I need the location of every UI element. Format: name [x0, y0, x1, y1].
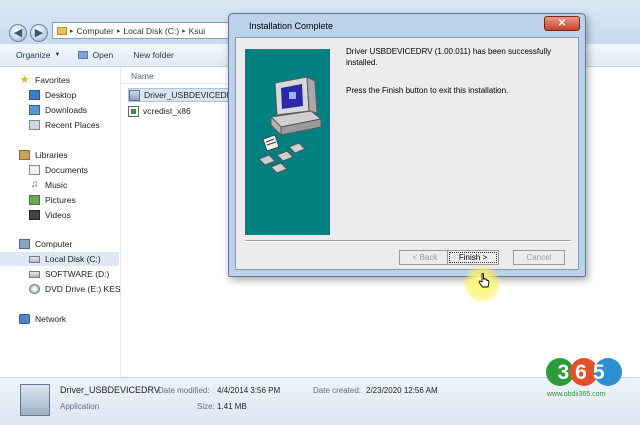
- details-created-value: 2/23/2020 12:56 AM: [366, 386, 438, 395]
- documents-icon: [29, 165, 40, 175]
- music-icon: ♫: [30, 179, 39, 190]
- chevron-down-icon: ▼: [54, 52, 61, 58]
- dialog-body: Driver USBDEVICEDRV (1.00.011) has been …: [235, 37, 579, 303]
- cursor-icon: [478, 273, 490, 288]
- finish-button[interactable]: Finish >: [447, 250, 499, 265]
- downloads-icon: [29, 105, 40, 115]
- svg-text:365: 365: [557, 361, 610, 384]
- breadcrumb-computer[interactable]: Computer: [77, 26, 114, 36]
- address-bar[interactable]: ▸ Computer ▸ Local Disk (C:) ▸ Ksui: [52, 22, 232, 39]
- nav-downloads[interactable]: Downloads: [29, 103, 87, 117]
- dialog-instruction: Press the Finish button to exit this ins…: [346, 86, 509, 95]
- nav-computer[interactable]: Computer: [19, 237, 72, 251]
- details-pane: Driver_USBDEVICEDRV Application Date mod…: [0, 377, 640, 425]
- breadcrumb-local-disk[interactable]: Local Disk (C:): [123, 26, 179, 36]
- back-button[interactable]: < Back: [399, 250, 451, 265]
- recent-places-icon: [29, 120, 40, 130]
- installer-icon: [20, 384, 50, 416]
- nav-videos[interactable]: Videos: [29, 208, 71, 222]
- details-modified-value: 4/4/2014 3:56 PM: [217, 386, 281, 395]
- watermark-url: www.obdii365.com: [547, 391, 606, 398]
- videos-icon: [29, 210, 40, 220]
- file-row[interactable]: vcredist_x86: [128, 104, 243, 118]
- details-size-value: 1.41 MB: [217, 402, 247, 411]
- back-arrow-icon[interactable]: ◀: [9, 24, 27, 42]
- divider: [245, 240, 571, 242]
- nav-desktop[interactable]: Desktop: [29, 88, 76, 102]
- nav-network[interactable]: Network: [19, 312, 66, 326]
- close-icon[interactable]: ✕: [544, 16, 580, 31]
- breadcrumb-folder[interactable]: Ksui: [189, 26, 206, 36]
- disk-icon: [29, 270, 40, 278]
- nav-pictures[interactable]: Pictures: [29, 193, 76, 207]
- nav-software-drive[interactable]: SOFTWARE (D:): [29, 267, 109, 281]
- folder-icon: [57, 26, 67, 35]
- installer-icon: [129, 89, 140, 101]
- file-row[interactable]: Driver_USBDEVICEDRV: [128, 88, 243, 102]
- open-button[interactable]: Open: [78, 50, 113, 60]
- nav-recent-places[interactable]: Recent Places: [29, 118, 100, 132]
- open-icon: [78, 51, 89, 59]
- details-modified-label: Date modified:: [158, 386, 210, 395]
- disk-icon: [29, 255, 40, 263]
- organize-button[interactable]: Organize ▼: [16, 50, 60, 60]
- nav-favorites[interactable]: ★ Favorites: [19, 73, 70, 87]
- details-size-label: Size:: [197, 402, 215, 411]
- pictures-icon: [29, 195, 40, 205]
- library-icon: [19, 150, 30, 160]
- dialog-title: Installation Complete: [249, 21, 334, 31]
- details-file-name: Driver_USBDEVICEDRV: [60, 385, 160, 395]
- desktop-icon: [29, 90, 40, 100]
- details-file-type: Application: [60, 402, 100, 411]
- column-header-name[interactable]: Name: [131, 71, 154, 81]
- dvd-icon: [29, 284, 40, 294]
- cancel-button[interactable]: Cancel: [513, 250, 565, 265]
- star-icon: ★: [19, 74, 30, 86]
- computer-icon: [19, 239, 30, 249]
- navigation-pane: ★ Favorites Desktop Downloads Recent Pla…: [0, 67, 131, 377]
- details-created-label: Date created:: [313, 386, 362, 395]
- dialog-message: Driver USBDEVICEDRV (1.00.011) has been …: [346, 47, 552, 67]
- forward-arrow-icon[interactable]: ▶: [30, 24, 48, 42]
- nav-local-disk[interactable]: Local Disk (C:): [0, 252, 119, 266]
- nav-documents[interactable]: Documents: [29, 163, 88, 177]
- nav-music[interactable]: ♫ Music: [29, 178, 67, 192]
- computer-icon: [258, 76, 323, 174]
- computer-illustration: [245, 49, 330, 235]
- installer-icon: [128, 105, 139, 117]
- nav-dvd-drive[interactable]: DVD Drive (E:) KESS_: [29, 282, 131, 296]
- watermark-logo: 365: [545, 352, 623, 390]
- network-icon: [19, 314, 30, 324]
- installation-dialog: Installation Complete ✕ Driver USBDEVICE…: [228, 13, 586, 303]
- new-folder-button[interactable]: New folder: [133, 50, 174, 60]
- nav-libraries[interactable]: Libraries: [19, 148, 68, 162]
